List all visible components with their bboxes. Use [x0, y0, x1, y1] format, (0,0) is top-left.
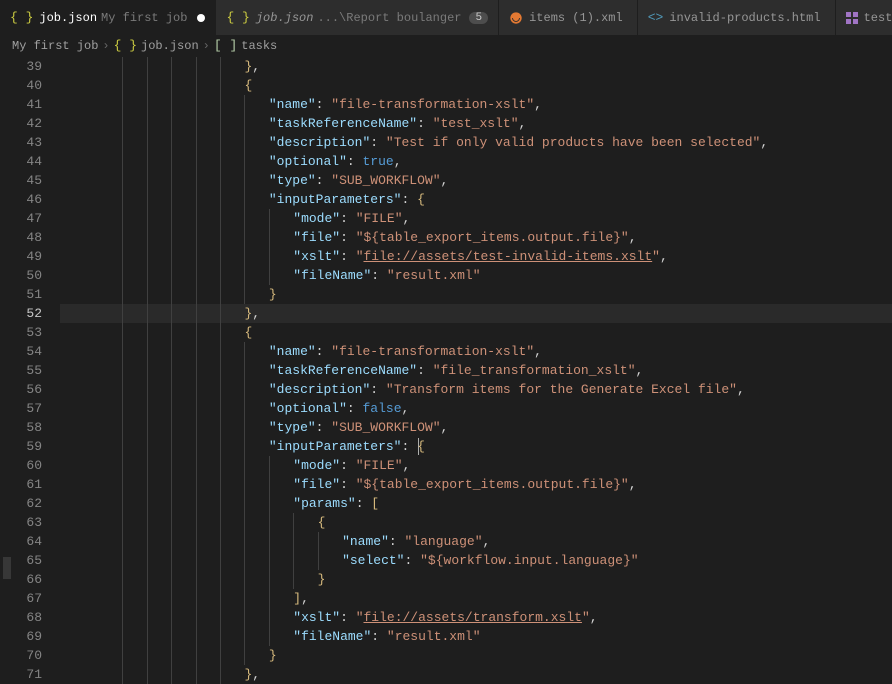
tab-description: ...\Report boulanger	[317, 11, 461, 25]
code-line[interactable]: "optional": true,	[60, 152, 892, 171]
code-line[interactable]: "file": "${table_export_items.output.fil…	[60, 475, 892, 494]
tab-description: My first job	[101, 11, 187, 25]
code-line[interactable]: "type": "SUB_WORKFLOW",	[60, 418, 892, 437]
breadcrumb-label: tasks	[241, 39, 277, 53]
tab-title: items (1).xml	[529, 11, 623, 25]
code-line[interactable]: "mode": "FILE",	[60, 456, 892, 475]
breadcrumb-item[interactable]: { } job.json	[114, 38, 199, 53]
code-line[interactable]: {	[60, 513, 892, 532]
code-line[interactable]: "inputParameters": {	[60, 190, 892, 209]
code-line[interactable]: },	[60, 304, 892, 323]
code-line[interactable]: }	[60, 570, 892, 589]
vertical-scrollbar[interactable]	[880, 57, 892, 684]
json-file-icon: { }	[10, 10, 33, 25]
code-line[interactable]: "fileName": "result.xml"	[60, 627, 892, 646]
editor-tab[interactable]: { } job.json...\Report boulanger 5	[216, 0, 499, 35]
code-line[interactable]: "file": "${table_export_items.output.fil…	[60, 228, 892, 247]
code-line[interactable]: "description": "Transform items for the …	[60, 380, 892, 399]
code-line[interactable]: ],	[60, 589, 892, 608]
chevron-right-icon: ›	[203, 39, 210, 53]
code-line[interactable]: "params": [	[60, 494, 892, 513]
json-file-icon: { }	[114, 38, 137, 53]
dirty-indicator-icon	[197, 14, 205, 22]
breadcrumb-label: My first job	[12, 39, 98, 53]
code-line[interactable]: }	[60, 646, 892, 665]
html-file-icon: <>	[648, 10, 664, 25]
code-area[interactable]: }, { "name": "file-transformation-xslt",…	[60, 57, 892, 684]
breadcrumb-item[interactable]: My first job	[12, 39, 98, 53]
editor-tab[interactable]: test-invalid-items.xslt	[836, 0, 892, 35]
editor[interactable]: 3940414243444546474849505152535455565758…	[0, 57, 892, 684]
code-line[interactable]: },	[60, 665, 892, 684]
xslt-file-icon	[846, 12, 858, 24]
code-line[interactable]: {	[60, 323, 892, 342]
tab-title: test-invalid-items.xslt	[864, 11, 892, 25]
code-line[interactable]: "name": "language",	[60, 532, 892, 551]
chevron-right-icon: ›	[102, 39, 109, 53]
editor-tab[interactable]: { } job.json My first job	[0, 0, 216, 35]
code-line[interactable]: "name": "file-transformation-xslt",	[60, 95, 892, 114]
code-line[interactable]: "mode": "FILE",	[60, 209, 892, 228]
editor-tabs: { }job.jsonMy first job{ }job.json...\Re…	[0, 0, 892, 35]
code-line[interactable]: "xslt": "file://assets/transform.xslt",	[60, 608, 892, 627]
code-line[interactable]: "description": "Test if only valid produ…	[60, 133, 892, 152]
code-line[interactable]: "type": "SUB_WORKFLOW",	[60, 171, 892, 190]
overview-ruler	[0, 57, 14, 684]
tab-badge: 5	[469, 12, 488, 24]
editor-tab[interactable]: <> invalid-products.html	[638, 0, 836, 35]
code-line[interactable]: }	[60, 285, 892, 304]
editor-tab[interactable]: items (1).xml	[499, 0, 638, 35]
code-line[interactable]: "inputParameters": {	[60, 437, 892, 456]
xml-file-icon	[509, 11, 523, 25]
code-line[interactable]: "select": "${workflow.input.language}"	[60, 551, 892, 570]
breadcrumb-label: job.json	[141, 39, 199, 53]
array-icon: [ ]	[214, 38, 237, 53]
code-line[interactable]: "optional": false,	[60, 399, 892, 418]
code-line[interactable]: "fileName": "result.xml"	[60, 266, 892, 285]
json-file-icon: { }	[226, 10, 249, 25]
code-line[interactable]: "taskReferenceName": "test_xslt",	[60, 114, 892, 133]
text-cursor	[418, 438, 419, 455]
code-line[interactable]: "name": "file-transformation-xslt",	[60, 342, 892, 361]
breadcrumb-item[interactable]: [ ] tasks	[214, 38, 277, 53]
breadcrumbs: My first job › { } job.json › [ ] tasks	[0, 35, 892, 57]
tab-title: job.json	[39, 11, 97, 25]
tab-title: invalid-products.html	[669, 11, 820, 25]
code-line[interactable]: "taskReferenceName": "file_transformatio…	[60, 361, 892, 380]
code-line[interactable]: "xslt": "file://assets/test-invalid-item…	[60, 247, 892, 266]
code-line[interactable]: },	[60, 57, 892, 76]
tab-title: job.json	[256, 11, 314, 25]
code-line[interactable]: {	[60, 76, 892, 95]
